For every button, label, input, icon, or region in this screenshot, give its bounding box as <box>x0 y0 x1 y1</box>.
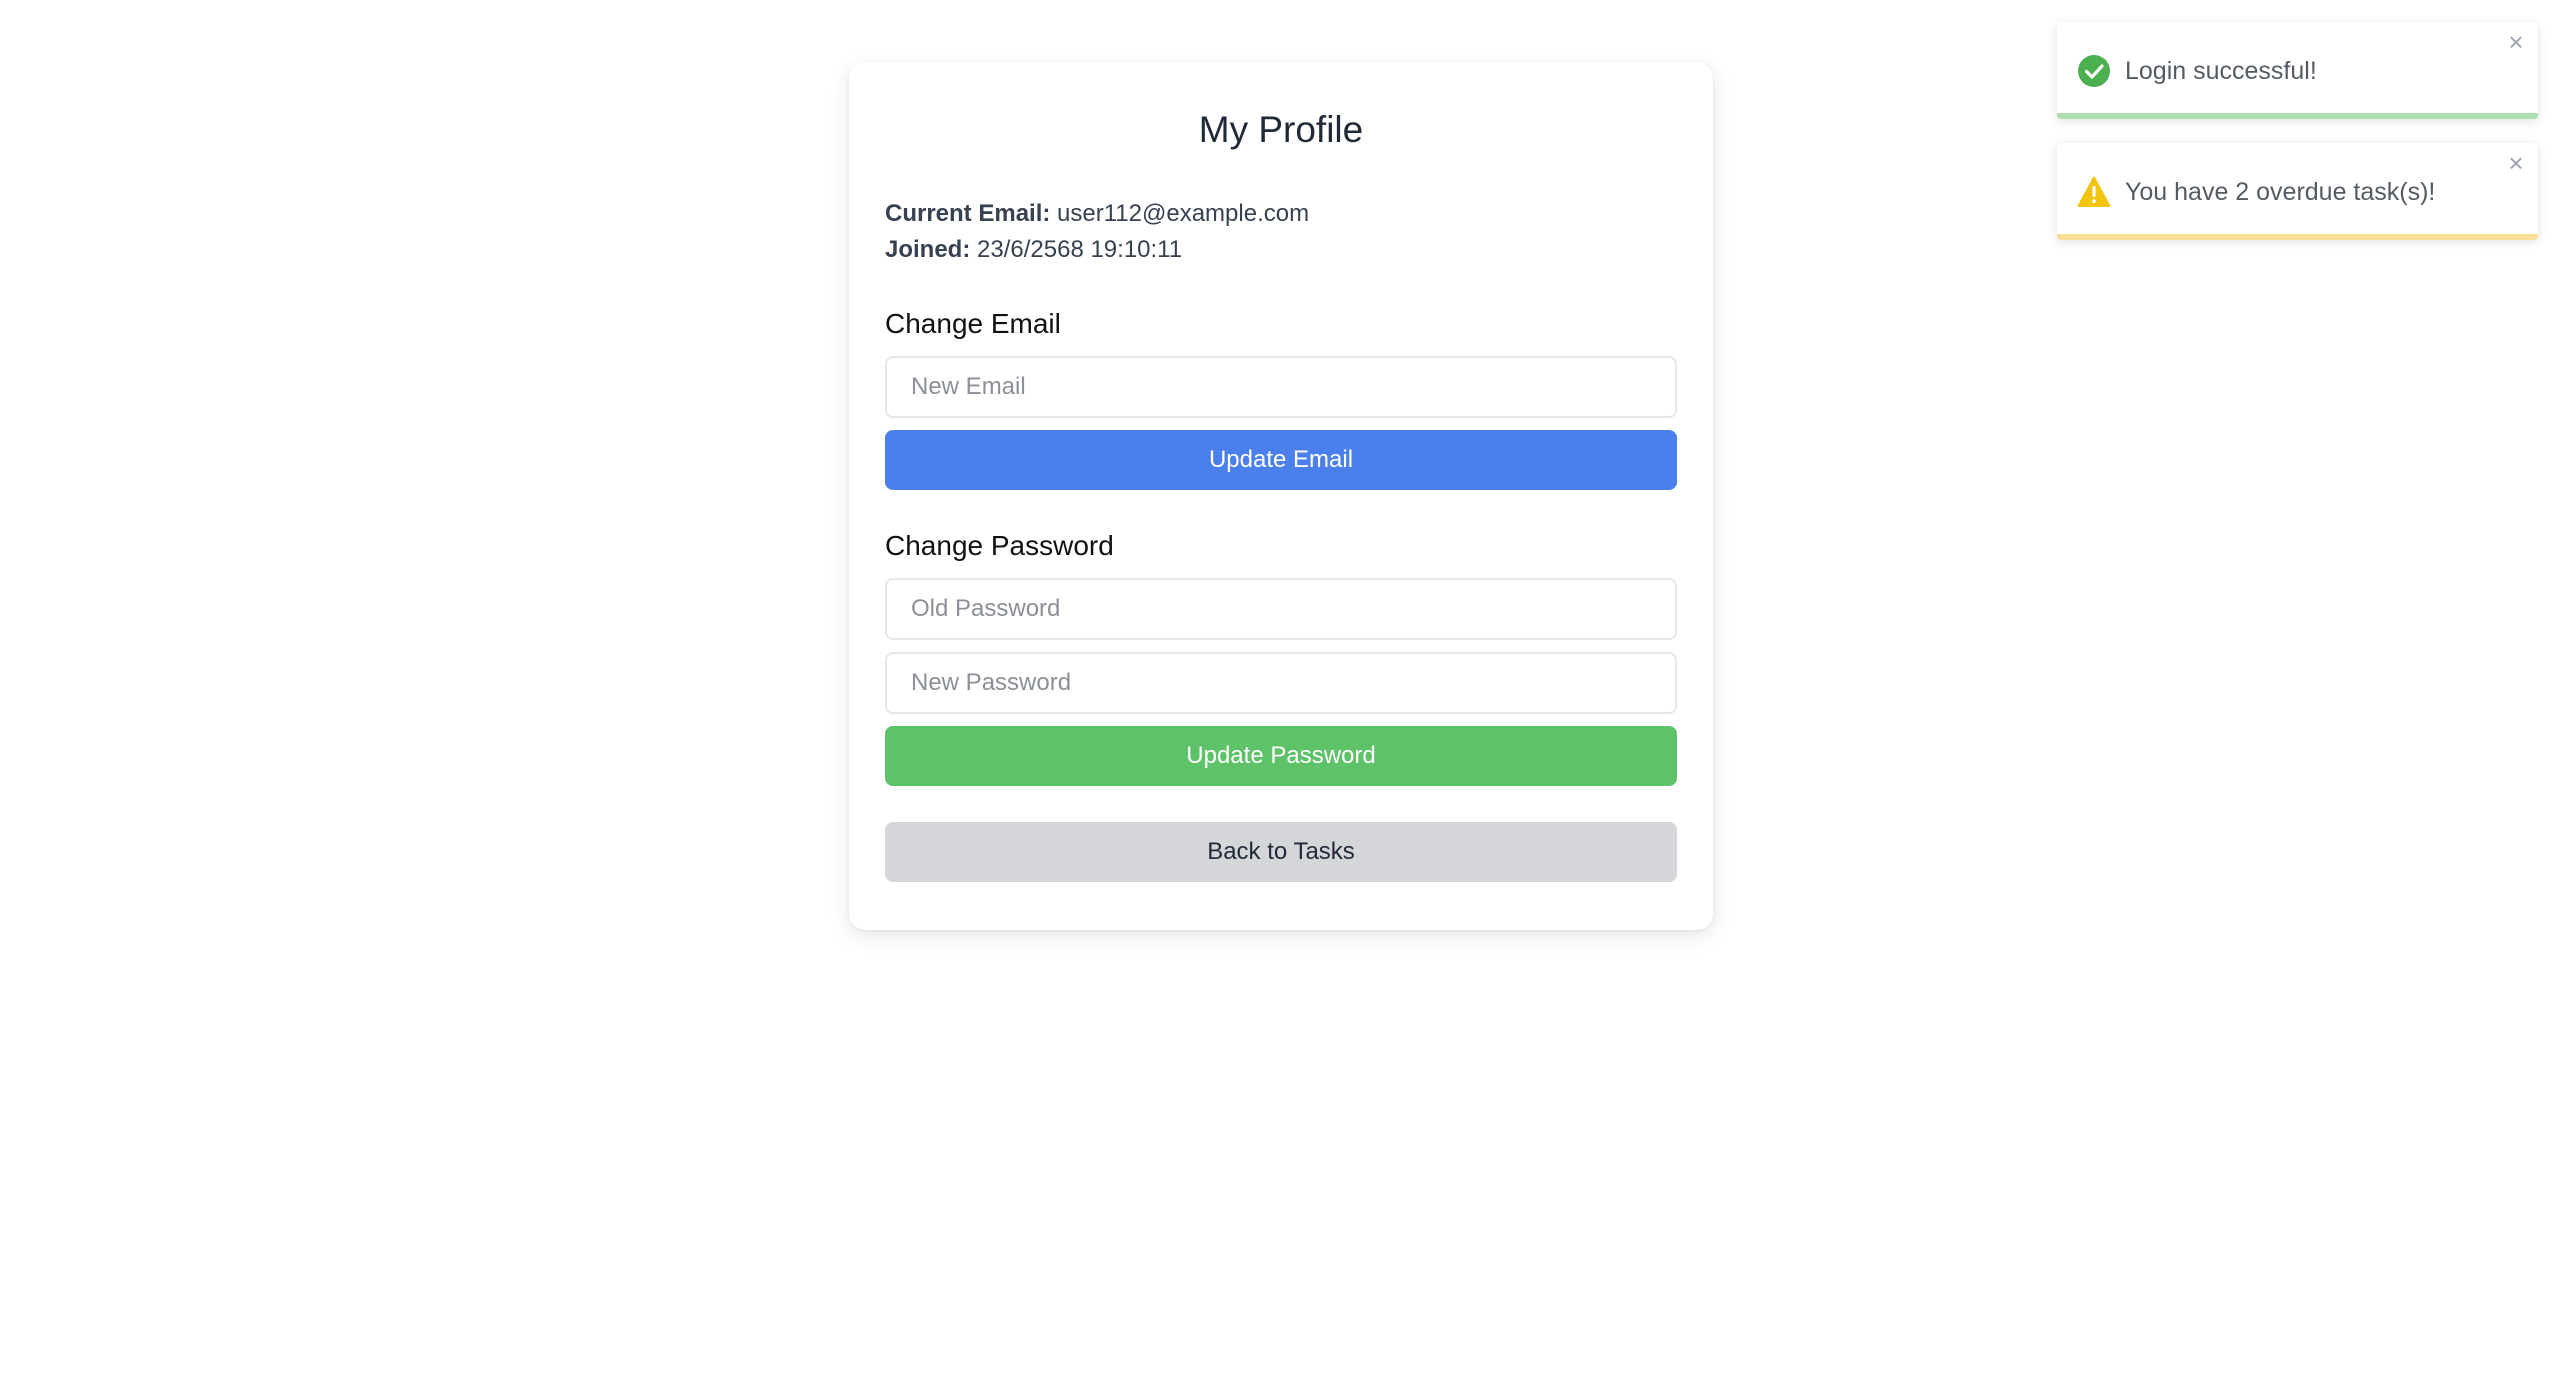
close-icon[interactable]: × <box>2504 29 2528 55</box>
joined-row: Joined: 23/6/2568 19:10:11 <box>885 232 1677 268</box>
toast-progress-bar <box>2057 113 2538 119</box>
new-password-input[interactable] <box>885 652 1677 714</box>
change-password-heading: Change Password <box>885 530 1114 561</box>
change-email-heading: Change Email <box>885 308 1061 339</box>
profile-card: My Profile Current Email: user112@exampl… <box>849 62 1713 930</box>
back-to-tasks-button[interactable]: Back to Tasks <box>885 822 1677 882</box>
page: My Profile Current Email: user112@exampl… <box>0 0 2559 1393</box>
new-email-input[interactable] <box>885 356 1677 418</box>
check-circle-icon <box>2077 54 2111 88</box>
close-icon[interactable]: × <box>2504 150 2528 176</box>
current-email-label: Current Email: <box>885 200 1051 227</box>
toast-success: Login successful! × <box>2057 22 2538 119</box>
current-email-value: user112@example.com <box>1057 200 1310 227</box>
warning-triangle-icon <box>2077 175 2111 209</box>
toast-warning: You have 2 overdue task(s)! × <box>2057 143 2538 240</box>
update-email-button[interactable]: Update Email <box>885 430 1677 490</box>
page-title: My Profile <box>1198 109 1364 150</box>
toast-message: Login successful! <box>2125 57 2317 85</box>
old-password-input[interactable] <box>885 578 1677 640</box>
update-password-button[interactable]: Update Password <box>885 726 1677 786</box>
profile-info: Current Email: user112@example.com Joine… <box>885 196 1677 268</box>
joined-label: Joined: <box>885 236 971 263</box>
current-email-row: Current Email: user112@example.com <box>885 196 1677 232</box>
toast-message: You have 2 overdue task(s)! <box>2125 178 2436 206</box>
joined-value: 23/6/2568 19:10:11 <box>977 236 1183 263</box>
toast-progress-bar <box>2057 234 2538 240</box>
